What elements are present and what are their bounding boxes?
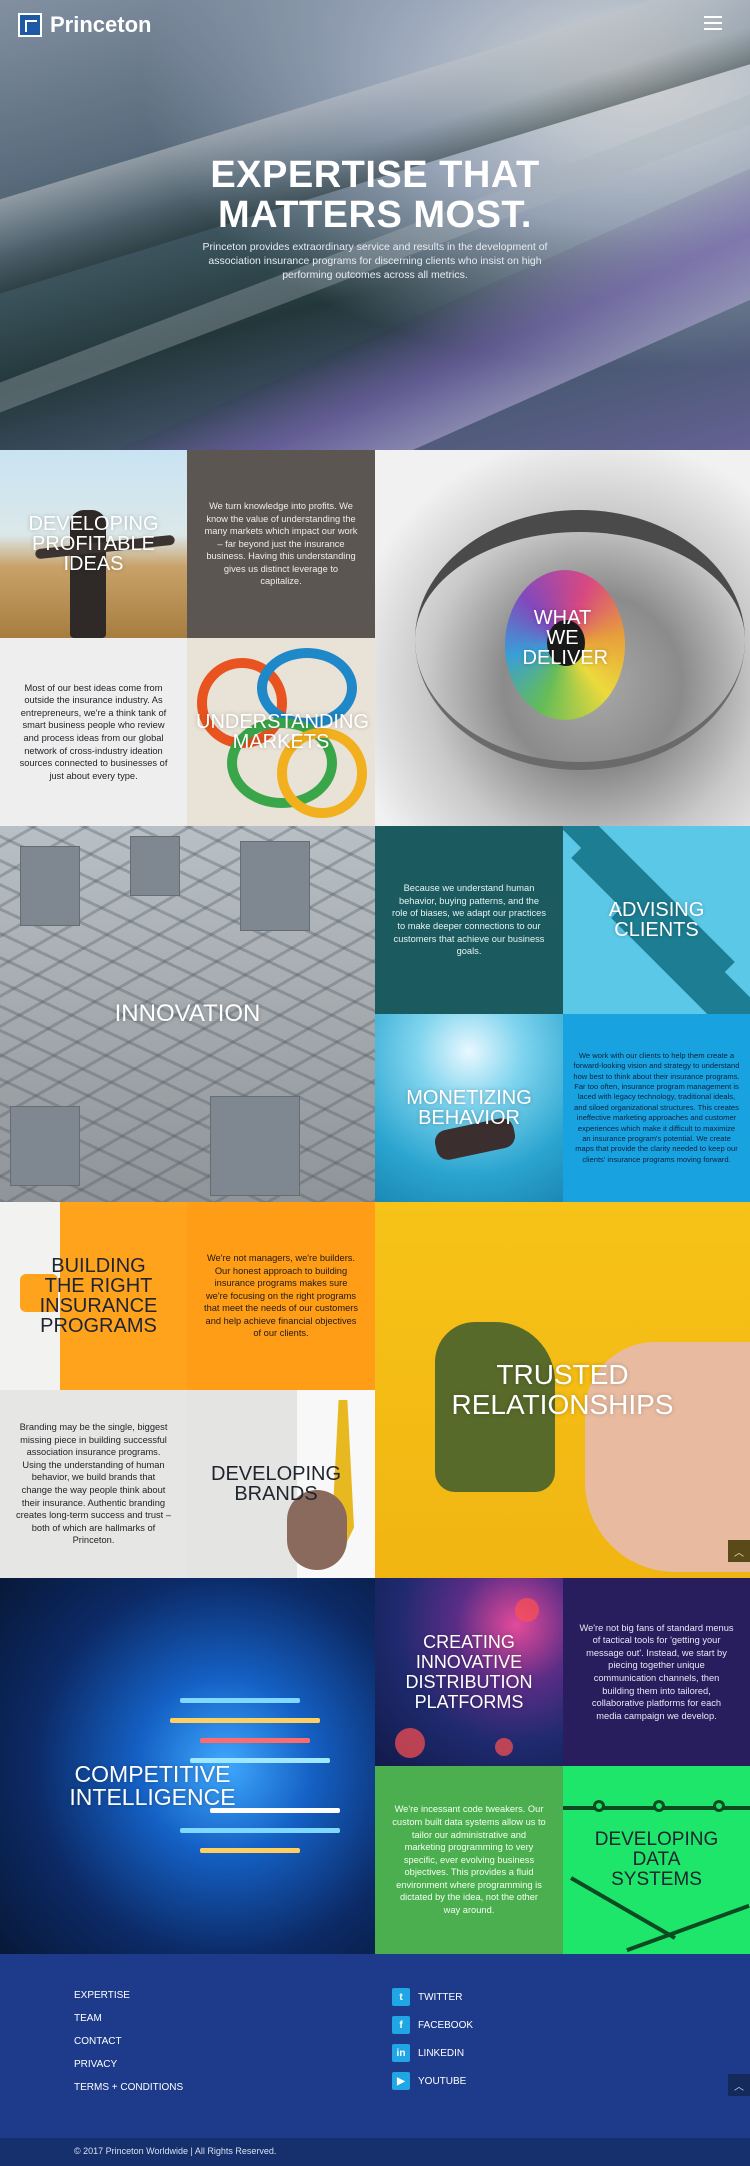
footer-bottom-bar: © 2017 Princeton Worldwide | All Rights … bbox=[0, 2138, 750, 2166]
tile-title-understanding-markets: UNDERSTANDING MARKETS bbox=[196, 711, 369, 753]
tile-title-developing-ideas: DEVELOPING PROFITABLE IDEAS bbox=[28, 513, 159, 575]
code-paragraph: We're incessant code tweakers. Our custo… bbox=[392, 1804, 546, 1916]
footer-nav: EXPERTISE TEAM CONTACT PRIVACY TERMS + C… bbox=[74, 1990, 183, 2105]
footer-link-team[interactable]: TEAM bbox=[74, 2013, 183, 2025]
footer-scroll-up-button[interactable]: ︿ bbox=[728, 2074, 750, 2096]
tile-creating-platforms[interactable]: CREATING INNOVATIVE DISTRIBUTION PLATFOR… bbox=[375, 1578, 563, 1766]
tile-title-monetizing-behavior: MONETIZING BEHAVIOR bbox=[406, 1087, 532, 1129]
tile-developing-brands[interactable]: DEVELOPING BRANDS bbox=[187, 1390, 375, 1578]
chevron-up-icon: ︿ bbox=[734, 2081, 744, 2093]
tile-what-we-deliver[interactable]: WHAT WE DELIVER bbox=[375, 450, 750, 826]
tile-monetizing-behavior[interactable]: MONETIZING BEHAVIOR bbox=[375, 1014, 563, 1202]
facebook-icon: f bbox=[392, 2016, 410, 2034]
tile-competitive-intelligence[interactable]: COMPETITIVE INTELLIGENCE bbox=[0, 1578, 375, 1954]
menus-paragraph: We're not big fans of standard menus of … bbox=[579, 1622, 734, 1721]
city-highway-image bbox=[20, 846, 80, 926]
social-link-youtube[interactable]: ▶ YOUTUBE bbox=[392, 2072, 473, 2090]
ideas-paragraph: Most of our best ideas come from outside… bbox=[19, 682, 168, 781]
knowledge-paragraph: We turn knowledge into profits. We know … bbox=[204, 500, 358, 587]
tile-advising-clients[interactable]: ADVISING CLIENTS bbox=[563, 826, 750, 1014]
tile-behavior-text: Because we understand human behavior, bu… bbox=[375, 826, 563, 1014]
tile-branding-text: Branding may be the single, biggest miss… bbox=[0, 1390, 187, 1578]
tile-innovation[interactable]: INNOVATION bbox=[0, 826, 375, 1202]
social-label: YOUTUBE bbox=[418, 2075, 467, 2087]
social-label: FACEBOOK bbox=[418, 2019, 474, 2031]
social-link-facebook[interactable]: f FACEBOOK bbox=[392, 2016, 473, 2034]
brand-logo[interactable]: Princeton bbox=[18, 12, 151, 38]
footer-link-contact[interactable]: CONTACT bbox=[74, 2036, 183, 2048]
scroll-up-button[interactable]: ︿ bbox=[728, 1540, 750, 1562]
clients-paragraph: We work with our clients to help them cr… bbox=[573, 1050, 740, 1164]
tile-understanding-markets[interactable]: UNDERSTANDING MARKETS bbox=[187, 638, 375, 826]
code-screen-image bbox=[180, 1698, 300, 1703]
branding-paragraph: Branding may be the single, biggest miss… bbox=[16, 1422, 172, 1546]
tile-code-text: We're incessant code tweakers. Our custo… bbox=[375, 1766, 563, 1954]
tile-building-programs[interactable]: BUILDING THE RIGHT INSURANCE PROGRAMS bbox=[0, 1202, 187, 1390]
tile-title-developing-data: DEVELOPING DATA SYSTEMS bbox=[594, 1829, 719, 1890]
tile-title-competitive-intelligence: COMPETITIVE INTELLIGENCE bbox=[69, 1761, 236, 1810]
youtube-icon: ▶ bbox=[392, 2072, 410, 2090]
hero-title: EXPERTISE THAT MATTERS MOST. bbox=[210, 154, 540, 236]
social-link-twitter[interactable]: t TWITTER bbox=[392, 1988, 473, 2006]
footer-link-terms[interactable]: TERMS + CONDITIONS bbox=[74, 2082, 183, 2094]
chevron-up-icon: ︿ bbox=[734, 1547, 744, 1559]
tile-developing-data-systems[interactable]: DEVELOPING DATA SYSTEMS bbox=[563, 1766, 750, 1954]
linkedin-icon: in bbox=[392, 2044, 410, 2062]
social-label: LINKEDIN bbox=[418, 2047, 465, 2059]
tile-title-advising-clients: ADVISING CLIENTS bbox=[608, 899, 705, 941]
tile-title-creating-platforms: CREATING INNOVATIVE DISTRIBUTION PLATFOR… bbox=[405, 1632, 533, 1712]
princeton-logo-icon bbox=[18, 13, 42, 37]
tile-ideas-text: Most of our best ideas come from outside… bbox=[0, 638, 187, 826]
copyright-text: © 2017 Princeton Worldwide | All Rights … bbox=[74, 2146, 277, 2156]
site-footer: EXPERTISE TEAM CONTACT PRIVACY TERMS + C… bbox=[0, 1954, 750, 2138]
builders-paragraph: We're not managers, we're builders. Our … bbox=[204, 1252, 358, 1339]
tile-title-what-we-deliver: WHAT WE DELIVER bbox=[522, 607, 609, 669]
tile-title-trusted-relationships: TRUSTED RELATIONSHIPS bbox=[451, 1359, 674, 1420]
hero-banner: Princeton EXPERTISE THAT MATTERS MOST. P… bbox=[0, 0, 750, 450]
tile-builders-text: We're not managers, we're builders. Our … bbox=[187, 1202, 375, 1390]
tile-title-innovation: INNOVATION bbox=[114, 1000, 261, 1027]
network-lights-image bbox=[395, 1728, 425, 1758]
tile-developing-profitable-ideas[interactable]: DEVELOPING PROFITABLE IDEAS bbox=[0, 450, 187, 638]
tile-knowledge-text: We turn knowledge into profits. We know … bbox=[187, 450, 375, 638]
menu-hamburger-icon[interactable] bbox=[704, 16, 722, 30]
hero-subtitle: Princeton provides extraordinary service… bbox=[202, 241, 548, 281]
footer-social: t TWITTER f FACEBOOK in LINKEDIN ▶ YOUTU… bbox=[392, 1988, 473, 2100]
tile-menus-text: We're not big fans of standard menus of … bbox=[563, 1578, 750, 1766]
footer-link-privacy[interactable]: PRIVACY bbox=[74, 2059, 183, 2071]
tile-clients-text: We work with our clients to help them cr… bbox=[563, 1014, 750, 1202]
twitter-icon: t bbox=[392, 1988, 410, 2006]
tile-title-developing-brands: DEVELOPING BRANDS bbox=[211, 1463, 342, 1505]
footer-link-expertise[interactable]: EXPERTISE bbox=[74, 1990, 183, 2002]
tile-title-building-programs: BUILDING THE RIGHT INSURANCE PROGRAMS bbox=[39, 1255, 158, 1337]
brand-name: Princeton bbox=[50, 12, 152, 37]
social-link-linkedin[interactable]: in LINKEDIN bbox=[392, 2044, 473, 2062]
behavior-paragraph: Because we understand human behavior, bu… bbox=[392, 883, 546, 957]
tile-trusted-relationships[interactable]: TRUSTED RELATIONSHIPS ︿ bbox=[375, 1202, 750, 1578]
social-label: TWITTER bbox=[418, 1991, 463, 2003]
